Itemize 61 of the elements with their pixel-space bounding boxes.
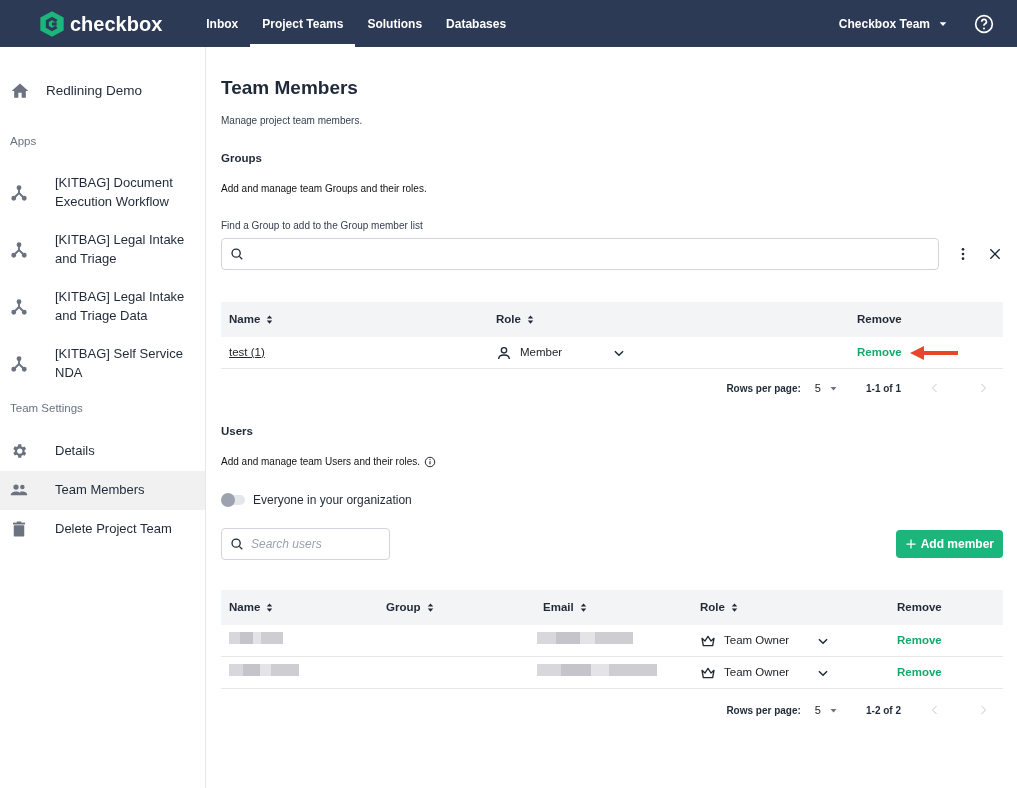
section-heading: Groups [221, 150, 263, 166]
sidebar-item[interactable]: [KITBAG] Document Execution Workflow [0, 164, 205, 222]
page-range: 1-1 of 1 [866, 381, 901, 396]
sidebar-item[interactable]: Team Members [0, 470, 205, 510]
role-dropdown[interactable]: Member [520, 343, 626, 362]
branch-icon [10, 297, 28, 316]
section-description: Add and manage team Groups and their roles. [221, 182, 428, 197]
user-search-field[interactable]: Search users [221, 528, 390, 561]
search-icon [230, 537, 244, 552]
group-search-field[interactable] [221, 238, 939, 271]
group-link[interactable]: test (1) [229, 345, 265, 358]
search-icon [230, 247, 244, 262]
column-header: Group [386, 600, 421, 616]
sidebar-item[interactable]: Details [0, 431, 205, 471]
column-header: Role [700, 600, 725, 616]
column-header: Email [543, 600, 574, 616]
rows-per-page-select[interactable]: 5 [814, 702, 838, 719]
sidebar-item[interactable]: [KITBAG] Legal Intake and Triage [0, 221, 205, 279]
rows-per-page-select[interactable]: 5 [814, 379, 838, 397]
page-subtitle: Manage project team members. [221, 113, 364, 128]
trash-icon [10, 520, 28, 538]
nav-tab[interactable]: Inbox [194, 0, 251, 47]
sidebar-item[interactable]: Redlining Demo [0, 71, 205, 111]
toggle-label: Everyone in your organization [253, 492, 412, 510]
brand-name: checkbox [70, 11, 163, 37]
nav-tab[interactable]: Solutions [355, 0, 435, 47]
role-dropdown[interactable]: Team Owner [724, 632, 830, 650]
section-heading: Users [221, 424, 254, 440]
help-icon [974, 13, 994, 34]
rows-per-page-label: Rows per page: [726, 703, 801, 718]
sidebar-item[interactable]: [KITBAG] Self Service NDA [0, 335, 205, 393]
column-header: Role [496, 311, 521, 327]
nav-tab[interactable]: Databases [434, 0, 519, 47]
column-header: Remove [897, 600, 942, 616]
help-button[interactable] [973, 12, 995, 35]
team-menu[interactable]: Checkbox Team [837, 13, 949, 34]
column-header: Name [229, 311, 261, 327]
home-icon [10, 81, 30, 101]
person-icon [496, 344, 512, 361]
section-title: Team Settings [9, 401, 84, 417]
column-header: Name [229, 600, 261, 616]
section-description: Add and manage team Users and their roles. [221, 455, 420, 470]
page-range: 1-2 of 2 [866, 703, 901, 718]
redacted-text [229, 664, 299, 677]
branch-icon [10, 354, 28, 373]
page-title: Team Members [221, 77, 359, 100]
nav-tab[interactable]: Project Teams [250, 0, 356, 47]
info-icon [424, 455, 436, 468]
field-label: Find a Group to add to the Group member list [221, 219, 424, 234]
plus-icon [904, 538, 917, 551]
section-title: Apps [9, 134, 38, 149]
logo-icon [38, 9, 66, 38]
branch-icon [10, 240, 28, 259]
branch-icon [10, 183, 28, 202]
sidebar-item[interactable]: Delete Project Team [0, 509, 205, 549]
rows-per-page-label: Rows per page: [726, 381, 801, 396]
column-header: Remove [857, 311, 902, 327]
sidebar-item[interactable]: [KITBAG] Legal Intake and Triage Data [0, 278, 205, 336]
redacted-text [229, 632, 283, 645]
role-dropdown[interactable]: Team Owner [724, 664, 830, 682]
toggle-switch[interactable] [223, 495, 245, 506]
